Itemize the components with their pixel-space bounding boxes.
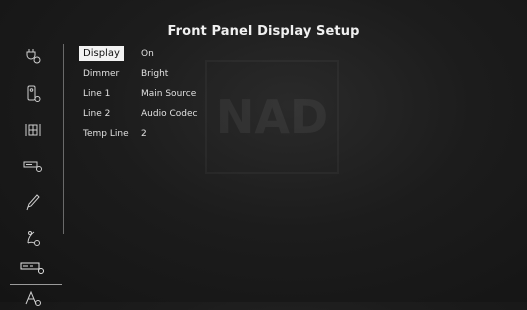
- listening-mode-icon: [27, 231, 40, 246]
- settings-list: Display On Dimmer Bright Line 1 Main Sou…: [79, 45, 279, 145]
- sidebar-item-front-panel-display[interactable]: [10, 255, 62, 285]
- setting-label: Display: [79, 46, 124, 61]
- remote-control-icon: [27, 85, 41, 102]
- sidebar-item-speakers[interactable]: [16, 118, 50, 142]
- sidebar-item-tuner[interactable]: [16, 286, 50, 310]
- setting-value[interactable]: 2: [141, 129, 147, 139]
- setting-label: Line 1: [83, 89, 111, 99]
- amplifier-settings-icon: [23, 161, 42, 172]
- setting-row-display[interactable]: Display On: [79, 45, 279, 65]
- sidebar-item-inputs[interactable]: [16, 44, 50, 68]
- setting-row-line-2[interactable]: Line 2 Audio Codec: [79, 105, 279, 125]
- sidebar-item-remote[interactable]: [16, 82, 50, 106]
- setting-label: Dimmer: [83, 69, 120, 79]
- pencil-settings-icon: [26, 194, 40, 211]
- sidebar-item-amplifier[interactable]: [16, 154, 50, 178]
- sidebar: [0, 40, 64, 306]
- sidebar-divider: [63, 44, 64, 234]
- speaker-grid-icon: [25, 124, 41, 136]
- tuner-settings-icon: [25, 290, 41, 306]
- setting-value[interactable]: Audio Codec: [141, 109, 197, 119]
- setting-row-line-1[interactable]: Line 1 Main Source: [79, 85, 279, 105]
- setting-row-temp-line[interactable]: Temp Line 2: [79, 125, 279, 145]
- input-plug-icon: [26, 49, 41, 64]
- setting-label: Line 2: [83, 109, 111, 119]
- setting-value[interactable]: Main Source: [141, 89, 196, 99]
- page-title: Front Panel Display Setup: [167, 24, 360, 39]
- setting-label: Temp Line: [83, 129, 129, 139]
- sidebar-item-edit[interactable]: [16, 190, 50, 214]
- setting-row-dimmer[interactable]: Dimmer Bright: [79, 65, 279, 85]
- setting-value[interactable]: Bright: [141, 69, 168, 79]
- front-panel-display-icon: [20, 262, 44, 274]
- sidebar-item-listening[interactable]: [16, 226, 50, 250]
- setting-value[interactable]: On: [141, 49, 154, 59]
- screen: NAD Front Panel Display Setup Display On…: [0, 0, 527, 306]
